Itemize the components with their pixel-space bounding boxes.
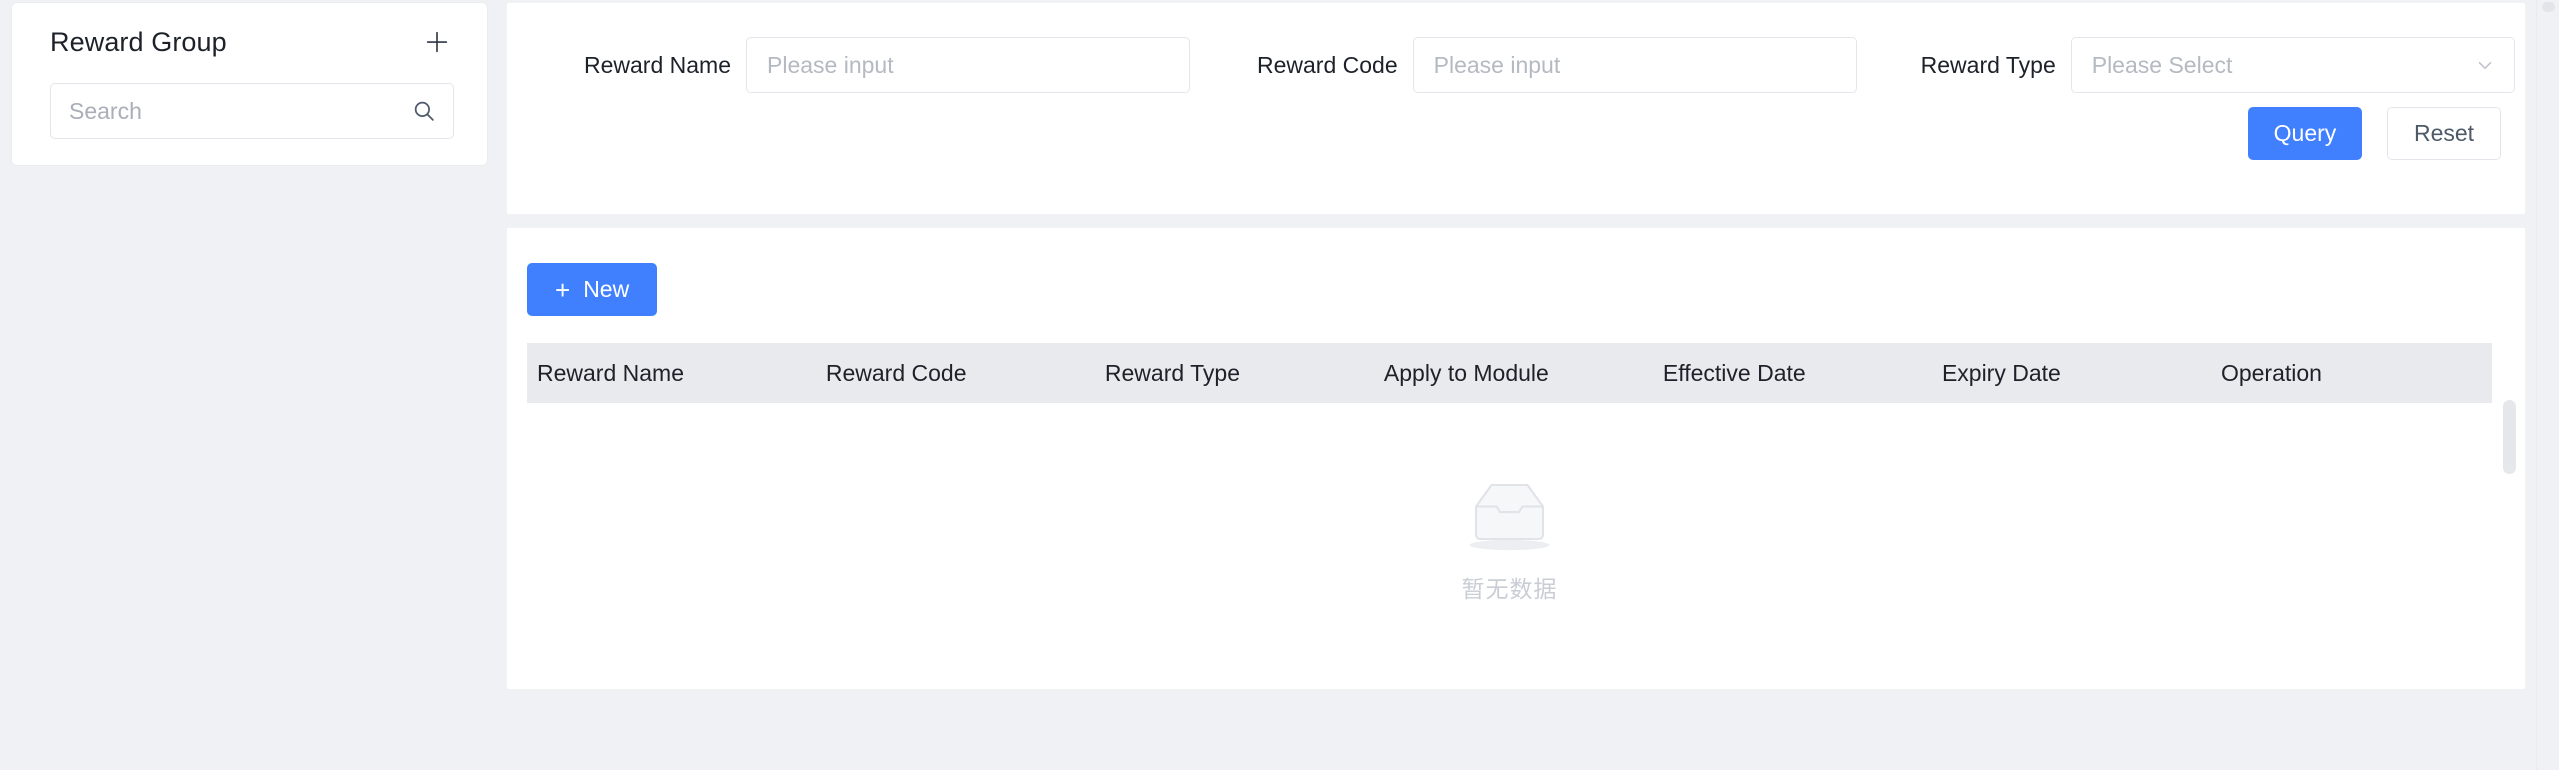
reward-code-input[interactable]	[1412, 37, 1857, 93]
table-panel: + New Reward Name Reward Code Reward Typ…	[506, 227, 2526, 690]
table-vertical-scrollbar[interactable]	[2503, 400, 2516, 474]
search-icon[interactable]	[411, 98, 437, 124]
filter-label-reward-type: Reward Type	[1920, 51, 2056, 78]
new-button-label: New	[583, 276, 630, 302]
column-header-operation[interactable]: Operation	[2208, 343, 2492, 403]
filter-row: Reward Name Reward Code Reward Type Plea…	[507, 37, 2525, 93]
filter-field-reward-type: Reward Type Please Select	[1921, 37, 2515, 93]
rewards-table-wrapper: Reward Name Reward Code Reward Type Appl…	[527, 343, 2492, 689]
column-header-apply-to-module[interactable]: Apply to Module	[1371, 343, 1651, 403]
sidebar: Reward Group	[0, 0, 497, 770]
column-header-reward-type[interactable]: Reward Type	[1092, 343, 1372, 403]
column-header-expiry-date[interactable]: Expiry Date	[1929, 343, 2209, 403]
column-header-reward-name[interactable]: Reward Name	[527, 343, 814, 403]
page-vertical-scrollbar[interactable]	[2536, 0, 2559, 770]
filter-actions: Query Reset	[2248, 107, 2501, 160]
filter-panel: Reward Name Reward Code Reward Type Plea…	[506, 2, 2526, 215]
main-content: Reward Name Reward Code Reward Type Plea…	[497, 0, 2559, 770]
search-input[interactable]	[50, 83, 454, 139]
table-header-row: Reward Name Reward Code Reward Type Appl…	[527, 343, 2492, 403]
plus-icon	[422, 27, 452, 57]
table-header: Reward Name Reward Code Reward Type Appl…	[527, 343, 2492, 403]
column-header-reward-code[interactable]: Reward Code	[813, 343, 1093, 403]
chevron-down-icon	[2474, 54, 2496, 76]
reward-type-placeholder: Please Select	[2091, 51, 2233, 78]
reset-button[interactable]: Reset	[2387, 107, 2501, 160]
reward-name-control	[746, 37, 1190, 93]
empty-inbox-icon	[1456, 471, 1563, 563]
reward-code-control	[1412, 37, 1857, 93]
reward-group-panel: Reward Group	[12, 3, 487, 165]
page-title: Reward Group	[50, 26, 227, 57]
reward-group-page: Reward Group Search Reward Name Please i…	[0, 0, 2559, 770]
table-body: 暂无数据	[527, 403, 2492, 689]
search-field	[50, 83, 454, 139]
filter-label-reward-name: Reward Name	[584, 51, 731, 78]
add-reward-group-button[interactable]	[420, 25, 454, 59]
new-button[interactable]: + New	[527, 263, 658, 316]
query-button[interactable]: Query	[2248, 107, 2362, 160]
empty-state: 暂无数据	[527, 403, 2492, 604]
filter-label-reward-code: Reward Code	[1257, 51, 1398, 78]
rewards-table: Reward Name Reward Code Reward Type Appl…	[527, 343, 2492, 689]
sidebar-header: Reward Group	[36, 25, 463, 59]
filter-field-reward-code: Reward Code	[1257, 37, 1857, 93]
reward-name-input[interactable]	[746, 37, 1190, 93]
table-empty-cell: 暂无数据	[527, 403, 2492, 689]
table-empty-row: 暂无数据	[527, 403, 2492, 689]
empty-state-text: 暂无数据	[1461, 576, 1558, 602]
column-header-effective-date[interactable]: Effective Date	[1650, 343, 1930, 403]
plus-icon: +	[555, 274, 571, 305]
filter-field-reward-name: Reward Name	[584, 37, 1190, 93]
reward-type-select[interactable]: Please Select	[2070, 37, 2515, 93]
page-scrollbar-thumb[interactable]	[2542, 2, 2555, 12]
